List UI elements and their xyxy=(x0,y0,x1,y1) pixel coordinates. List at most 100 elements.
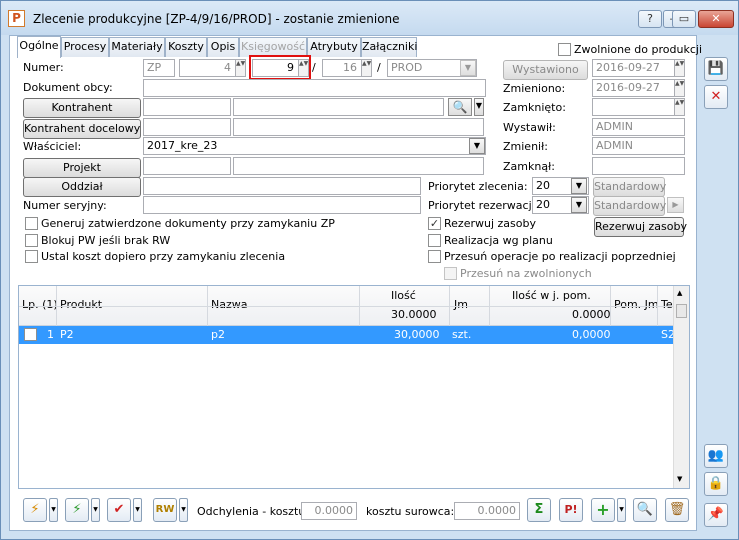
tab-koszty[interactable]: Koszty xyxy=(165,37,207,57)
odchylenia-field: 0.0000 xyxy=(301,502,357,520)
wystawiono-spinner[interactable]: ▲▼ xyxy=(674,60,684,76)
tab-ogolne[interactable]: Ogólne xyxy=(17,36,61,58)
close-button[interactable]: ✕ xyxy=(698,10,734,28)
save-icon[interactable]: 💾 xyxy=(704,57,728,81)
released-checkbox[interactable] xyxy=(558,43,571,56)
kontrahent-code-input[interactable] xyxy=(143,98,231,116)
numer-1-value: 4 xyxy=(224,61,231,74)
oddzial-input[interactable] xyxy=(143,177,421,195)
help-button[interactable]: ? xyxy=(638,10,662,28)
search-icon[interactable]: 🔍 xyxy=(448,98,472,116)
wystawiono-date-field[interactable]: 2016-09-27 ▲▼ xyxy=(592,59,685,77)
numer-3-field[interactable]: 16 ▲▼ xyxy=(322,59,372,77)
przesun-zwolnionych-label: Przesuń na zwolnionych xyxy=(460,267,592,280)
search-dropdown-icon[interactable]: ▼ xyxy=(474,98,484,116)
tab-procesy[interactable]: Procesy xyxy=(61,37,109,57)
document-red-dropdown-icon[interactable]: ▼ xyxy=(133,498,142,522)
numer-series-value: PROD xyxy=(391,61,423,74)
zmieniono-spinner[interactable]: ▲▼ xyxy=(674,80,684,96)
scroll-up-icon[interactable]: ▲ xyxy=(677,289,682,297)
maximize-button[interactable]: ▭ xyxy=(672,10,696,28)
tab-zalaczniki[interactable]: Załączniki xyxy=(361,37,417,57)
blokuj-checkbox[interactable] xyxy=(25,234,38,247)
add-dropdown-icon[interactable]: ▼ xyxy=(617,498,626,522)
wlasciciel-value: 2017_kre_23 xyxy=(147,139,218,152)
kosztu-surowca-label: kosztu surowca: xyxy=(366,505,455,518)
priorytet-rezerwacji-value: 20 xyxy=(536,198,550,211)
generuj-checkbox[interactable] xyxy=(25,217,38,230)
zamknieto-spinner[interactable]: ▲▼ xyxy=(674,99,684,115)
sum-icon[interactable]: Σ xyxy=(527,498,551,522)
priority-icon[interactable]: P! xyxy=(559,498,583,522)
zamknieto-label: Zamknięto: xyxy=(503,101,566,114)
col-pom-jm[interactable]: Pom. Jm xyxy=(614,298,659,311)
highlight-box xyxy=(249,55,311,80)
lightning-icon[interactable]: ⚡ xyxy=(23,498,47,522)
col-lp[interactable]: Lp. (1) xyxy=(22,298,58,311)
cancel-icon[interactable]: ✕ xyxy=(704,85,728,109)
rezerwuj-label: Rezerwuj zasoby xyxy=(444,217,536,230)
kontrahent-name-input[interactable] xyxy=(233,98,444,116)
tab-atrybuty[interactable]: Atrybuty xyxy=(307,37,361,57)
numer-3-spinner[interactable]: ▲▼ xyxy=(361,60,371,76)
numer-1-spinner[interactable]: ▲▼ xyxy=(235,60,245,76)
priorytet-rezerwacji-standard-button: Standardowy xyxy=(593,196,666,216)
title-bar: P Zlecenie produkcyjne [ZP-4/9/16/PROD] … xyxy=(1,1,738,35)
priorytet-rezerwacji-dropdown-icon[interactable]: ▼ xyxy=(571,197,587,213)
projekt-button[interactable]: Projekt xyxy=(23,158,141,178)
kontrahent-docelowy-name-input[interactable] xyxy=(233,118,484,136)
col-ilosc[interactable]: Ilość xyxy=(391,289,416,302)
projekt-name-input[interactable] xyxy=(233,157,484,175)
priorytet-zlecenia-standard-button: Standardowy xyxy=(593,177,666,197)
tab-opis[interactable]: Opis xyxy=(207,37,239,57)
positions-table: Lp. (1) Produkt Nazwa Ilość 30.0000 Jm I… xyxy=(18,285,690,489)
col-produkt[interactable]: Produkt xyxy=(60,298,102,311)
zmieniono-date-field[interactable]: 2016-09-27 ▲▼ xyxy=(592,79,685,97)
col-ilosc-total: 30.0000 xyxy=(391,308,437,321)
realizacja-checkbox[interactable] xyxy=(428,234,441,247)
ustal-checkbox[interactable] xyxy=(25,250,38,263)
priorytet-zlecenia-dropdown-icon[interactable]: ▼ xyxy=(571,178,587,194)
zamknieto-date-field[interactable]: ▲▼ xyxy=(592,98,685,116)
table-scrollbar[interactable]: ▲ ▼ xyxy=(673,286,689,488)
kontrahent-docelowy-code-input[interactable] xyxy=(143,118,231,136)
numer-seryjny-input[interactable] xyxy=(143,196,421,214)
green-lightning-icon[interactable]: ⚡ xyxy=(65,498,89,522)
users-icon[interactable]: 👥 xyxy=(704,444,728,468)
document-red-icon[interactable]: ✔ xyxy=(107,498,131,522)
row-checkbox[interactable] xyxy=(24,328,37,341)
oddzial-button[interactable]: Oddział xyxy=(23,177,141,197)
rezerwuj-checkbox[interactable]: ✓ xyxy=(428,217,441,230)
col-ilosc-pom[interactable]: Ilość w j. pom. xyxy=(512,289,591,302)
priorytet-zlecenia-label: Priorytet zlecenia: xyxy=(428,180,528,193)
rw-dropdown-icon[interactable]: ▼ xyxy=(179,498,188,522)
scroll-thumb[interactable] xyxy=(676,304,687,318)
projekt-code-input[interactable] xyxy=(143,157,231,175)
kosztu-surowca-field: 0.0000 xyxy=(454,502,520,520)
kontrahent-docelowy-button[interactable]: Kontrahent docelowy xyxy=(23,119,141,139)
add-icon[interactable]: + xyxy=(591,498,615,522)
tab-materialy[interactable]: Materiały xyxy=(109,37,165,57)
lightning-dropdown-icon[interactable]: ▼ xyxy=(49,498,58,522)
col-jm[interactable]: Jm xyxy=(454,298,468,311)
wlasciciel-select[interactable]: 2017_kre_23 xyxy=(143,137,486,155)
dokument-obcy-input[interactable] xyxy=(143,79,486,97)
scroll-down-icon[interactable]: ▼ xyxy=(677,475,682,483)
zmienil-field: ADMIN xyxy=(592,137,685,155)
wlasciciel-dropdown-icon[interactable]: ▼ xyxy=(469,138,485,154)
numer-series-dropdown-icon[interactable]: ▼ xyxy=(460,60,476,76)
numer-1-field[interactable]: 4 ▲▼ xyxy=(179,59,246,77)
kontrahent-button[interactable]: Kontrahent xyxy=(23,98,141,118)
rezerwuj-zasoby-button[interactable]: Rezerwuj zasoby xyxy=(594,217,687,237)
wystawil-field: ADMIN xyxy=(592,118,685,136)
search-list-icon[interactable]: 🔍 xyxy=(633,498,657,522)
przesun-checkbox[interactable] xyxy=(428,250,441,263)
col-nazwa[interactable]: Nazwa xyxy=(211,298,247,311)
trash-icon[interactable]: 🗑 xyxy=(665,498,689,522)
rw-icon[interactable]: RW xyxy=(153,498,177,522)
numer-series-separator: / xyxy=(377,61,381,74)
col-te[interactable]: Te xyxy=(661,298,673,311)
pin-icon[interactable]: 📌 xyxy=(704,503,728,527)
green-lightning-dropdown-icon[interactable]: ▼ xyxy=(91,498,100,522)
table-row[interactable]: 1 P2 p2 30,0000 szt. 0,0000 S2 xyxy=(19,326,675,344)
